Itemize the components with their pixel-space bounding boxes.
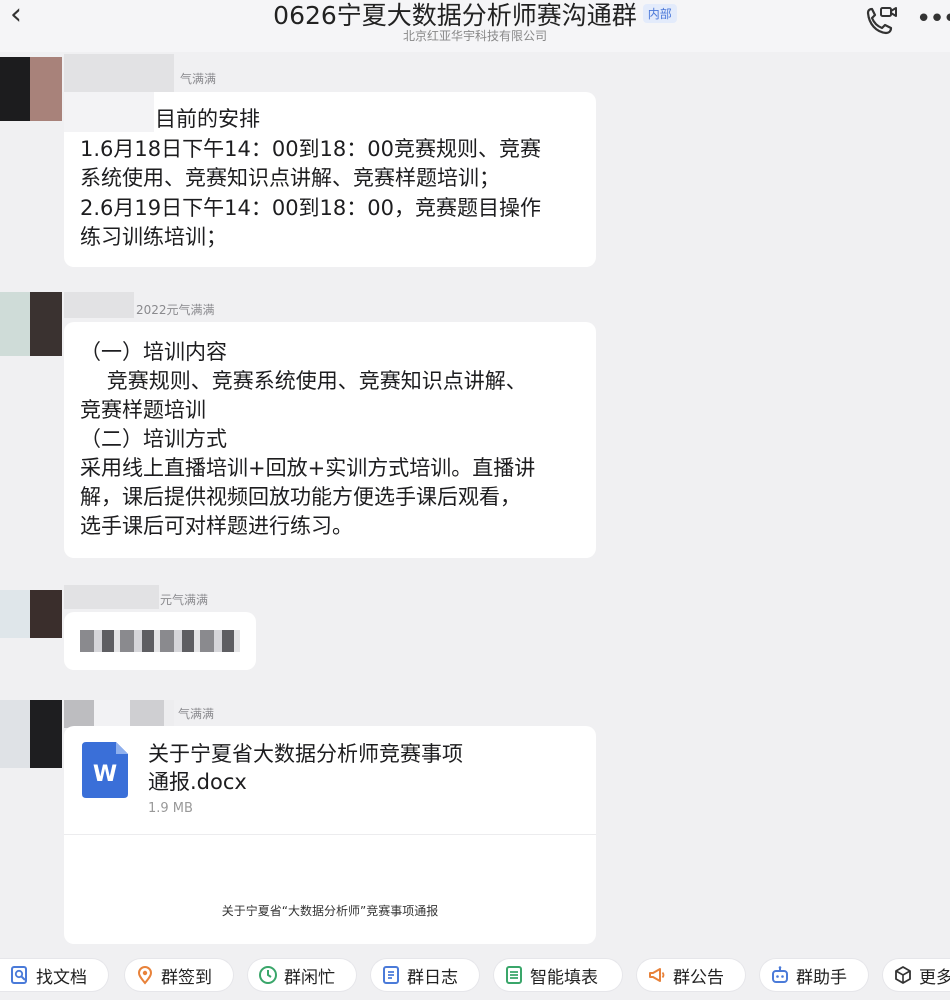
word-letter: W: [92, 762, 118, 787]
message-line: 竞赛样题培训: [80, 398, 206, 422]
toolbar-label: 群助手: [796, 967, 847, 988]
clock-icon: [259, 966, 277, 984]
file-name-line: 通报.docx: [148, 770, 247, 794]
message-line: 解，课后提供视频回放功能方便选手课后观看，: [80, 485, 521, 509]
message-line: 目前的安排: [155, 107, 260, 131]
video-call-icon[interactable]: [862, 4, 898, 38]
message-line: （一）培训内容: [80, 340, 227, 364]
blurred-name: [64, 54, 174, 92]
announcement-icon: [649, 968, 665, 982]
message-bubble: [64, 612, 256, 670]
blurred-name: [64, 585, 159, 609]
toolbar-log-button[interactable]: 群日志: [371, 959, 479, 991]
file-card[interactable]: W 关于宁夏省大数据分析师竞赛事项 通报.docx 1.9 MB 关于宁夏省“大…: [64, 726, 596, 944]
avatar[interactable]: [0, 292, 62, 356]
toolbar-label: 群日志: [407, 967, 458, 988]
checkin-pin-icon: [137, 966, 153, 985]
message-line: 采用线上直播培训+回放+实训方式培训。直播讲: [80, 456, 536, 480]
toolbar-label: 智能填表: [530, 967, 598, 988]
file-name-line: 关于宁夏省大数据分析师竞赛事项: [148, 742, 463, 766]
more-box-icon: [895, 966, 911, 984]
blurred-name: [64, 700, 174, 728]
sender-name: 2022元气满满: [136, 303, 215, 317]
company-subtitle: 北京红亚华宇科技有限公司: [402, 29, 547, 43]
message-line: 练习训练培训；: [80, 225, 227, 249]
more-icon[interactable]: •••: [916, 6, 950, 32]
toolbar-assistant-button[interactable]: 群助手: [760, 959, 868, 991]
message-line: 系统使用、竞赛知识点讲解、竞赛样题培训；: [80, 166, 500, 190]
sender-name: 元气满满: [160, 593, 209, 607]
avatar[interactable]: [0, 700, 62, 768]
toolbar-label: 群签到: [161, 967, 212, 988]
toolbar-checkin-button[interactable]: 群签到: [125, 959, 233, 991]
toolbar-find-doc-button[interactable]: 找文档: [0, 959, 108, 991]
toolbar-smart-form-button[interactable]: 智能填表: [494, 959, 622, 991]
message-line: 竞赛规则、竞赛系统使用、竞赛知识点讲解、: [80, 369, 527, 393]
toolbar-more-button[interactable]: 更多: [883, 959, 950, 991]
blurred-name: [64, 292, 134, 318]
internal-badge: 内部: [642, 4, 677, 23]
search-doc-icon: [11, 966, 27, 984]
blurred-message: [80, 630, 240, 652]
message-line: 1.6月18日下午14：00到18：00竞赛规则、竞赛: [80, 137, 542, 161]
chat-header: ‹ 0626宁夏大数据分析师赛沟通群内部 北京红亚华宇科技有限公司 •••: [0, 0, 950, 52]
group-title: 0626宁夏大数据分析师赛沟通群: [273, 1, 637, 30]
toolbar-label: 找文档: [36, 967, 87, 988]
message-line: （二）培训方式: [80, 427, 227, 451]
toolbar-label: 群闲忙: [284, 967, 335, 988]
file-preview-text: 关于宁夏省“大数据分析师”竞赛事项通报: [221, 904, 439, 918]
avatar[interactable]: [0, 590, 62, 638]
file-divider: [64, 834, 596, 835]
sender-name: 气满满: [180, 72, 217, 86]
message-line: 2.6月19日下午14：00到18：00，竞赛题目操作: [80, 196, 542, 220]
toolbar-label: 更多: [919, 967, 950, 988]
blurred-text: [64, 92, 154, 132]
bottom-toolbar: 找文档 群签到 群闲忙 群日志 智能填表 群公告 群助手 更多: [0, 950, 950, 1000]
toolbar-busy-button[interactable]: 群闲忙: [248, 959, 356, 991]
file-size: 1.9 MB: [148, 801, 193, 816]
file-name: 关于宁夏省大数据分析师竞赛事项 通报.docx: [148, 740, 463, 796]
avatar[interactable]: [0, 57, 62, 121]
toolbar-label: 群公告: [673, 967, 724, 988]
form-icon: [506, 966, 522, 984]
log-icon: [383, 966, 399, 984]
message-line: 选手课后可对样题进行练习。: [80, 514, 353, 538]
toolbar-announcement-button[interactable]: 群公告: [637, 959, 745, 991]
sender-name: 气满满: [178, 707, 215, 721]
robot-icon: [772, 966, 788, 983]
